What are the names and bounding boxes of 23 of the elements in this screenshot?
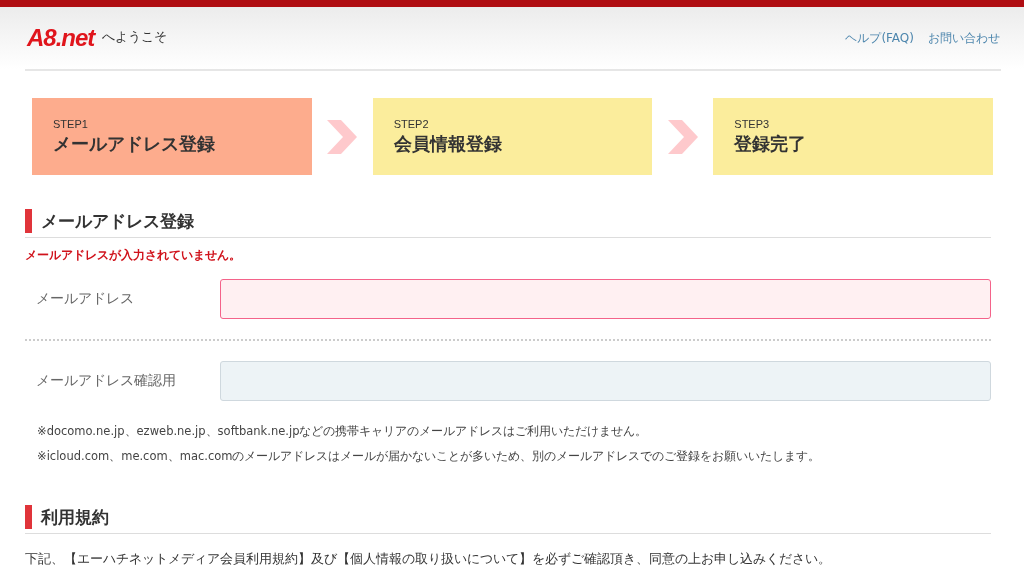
chevron-icon	[667, 119, 698, 154]
logo: A8.net	[27, 24, 95, 52]
field-label: メールアドレス確認用	[35, 372, 177, 390]
chevron-icon	[327, 119, 358, 154]
note-text: ※docomo.ne.jp、ezweb.ne.jp、softbank.ne.jpなどの携帯キャリアのメールアドレスはご利用いただけません。	[36, 423, 649, 440]
step-label: 会員情報登録	[393, 132, 503, 156]
step-number: STEP3	[734, 118, 771, 130]
step-number: STEP1	[53, 118, 89, 130]
note-text: ※icloud.com、me.com、mac.comのメールアドレスはメールが届かないことが多いため、別のメールアドレスでのご登録をお願いいたします。	[36, 448, 822, 465]
step-label: メールアドレス登録	[53, 132, 216, 156]
header-link[interactable]: ヘルプ(FAQ)	[845, 29, 914, 47]
section-title: メールアドレス登録	[41, 209, 194, 233]
heading-marker	[25, 505, 32, 529]
field-label: メールアドレス	[35, 290, 135, 308]
header-link[interactable]: お問い合わせ	[928, 29, 1000, 47]
error-message: メールアドレスが入力されていません。	[25, 247, 242, 264]
welcome-text: へようこそ	[102, 28, 168, 46]
section-title: 利用規約	[41, 505, 109, 529]
terms-text: 下記、【エーハチネットメディア会員利用規約】及び【個人情報の取り扱いについて】を必ずご確認頂き、同意の上お申し込みください。	[25, 550, 832, 568]
heading-marker	[25, 209, 32, 233]
step-label: 登録完了	[734, 132, 808, 156]
input-field[interactable]	[220, 279, 991, 319]
step-number: STEP2	[393, 118, 430, 130]
